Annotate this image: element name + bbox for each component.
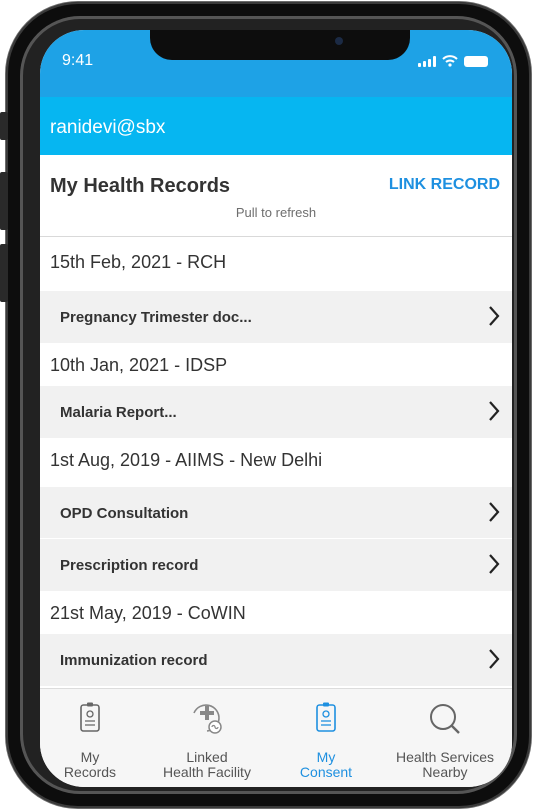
camera-icon: [335, 37, 343, 45]
chevron-right-icon: [489, 649, 500, 669]
tab-label: My Consent: [299, 749, 353, 780]
pull-to-refresh-hint: Pull to refresh: [235, 205, 317, 220]
app-screen: 9:41 ranidevi@sbx My Health Records LINK…: [40, 30, 512, 787]
chevron-right-icon: [489, 306, 500, 326]
tab-label: Linked Health Facility: [163, 749, 251, 780]
record-label: Pregnancy Trimester doc...: [60, 309, 252, 326]
record-item-immunization[interactable]: Immunization record: [40, 634, 512, 686]
record-group-heading: 10th Jan, 2021 - IDSP: [40, 343, 512, 386]
record-label: Prescription record: [60, 557, 199, 574]
chevron-right-icon: [489, 554, 500, 574]
health-facility-icon: [193, 704, 222, 734]
status-icons: [418, 55, 488, 67]
record-item-opd-consultation[interactable]: OPD Consultation: [40, 487, 512, 539]
record-item-prescription[interactable]: Prescription record: [40, 539, 512, 591]
user-bar: ranidevi@sbx: [40, 97, 512, 155]
wifi-icon: [442, 55, 458, 67]
records-header: My Health Records LINK RECORD Pull to re…: [40, 155, 512, 237]
tab-label: My Records: [63, 749, 117, 780]
record-label: Malaria Report...: [60, 404, 177, 421]
records-icon: [80, 702, 100, 732]
consent-icon: [316, 702, 336, 732]
battery-icon: [464, 55, 488, 67]
record-group-heading: 15th Feb, 2021 - RCH: [40, 237, 512, 291]
phone-volume-down: [0, 244, 8, 302]
username: ranidevi@sbx: [50, 117, 166, 138]
status-bar: 9:41: [40, 30, 512, 97]
record-label: Immunization record: [60, 652, 208, 669]
tab-my-consent[interactable]: My Consent: [274, 689, 378, 787]
chevron-right-icon: [489, 401, 500, 421]
chevron-right-icon: [489, 502, 500, 522]
phone-mute-switch: [0, 112, 8, 140]
record-group-heading: 1st Aug, 2019 - AIIMS - New Delhi: [40, 438, 512, 487]
page-title: My Health Records: [50, 175, 231, 197]
records-list[interactable]: 15th Feb, 2021 - RCH Pregnancy Trimester…: [40, 237, 512, 686]
tab-label: Health Services Nearby: [395, 749, 495, 780]
record-label: OPD Consultation: [60, 505, 189, 522]
status-time: 9:41: [62, 52, 94, 69]
tab-linked-health-facility[interactable]: Linked Health Facility: [140, 689, 274, 787]
phone-volume-up: [0, 172, 8, 230]
search-icon: [430, 704, 460, 734]
bottom-tab-bar: My Records Linked Health Facility My Con…: [40, 688, 512, 787]
tab-health-services-nearby[interactable]: Health Services Nearby: [378, 689, 512, 787]
record-item-malaria-report[interactable]: Malaria Report...: [40, 386, 512, 438]
phone-notch: [150, 30, 410, 60]
signal-icon: [418, 55, 436, 67]
link-record-button[interactable]: LINK RECORD: [389, 176, 500, 194]
record-group-heading: 21st May, 2019 - CoWIN: [40, 591, 512, 634]
tab-my-records[interactable]: My Records: [40, 689, 140, 787]
record-item-pregnancy-trimester[interactable]: Pregnancy Trimester doc...: [40, 291, 512, 343]
